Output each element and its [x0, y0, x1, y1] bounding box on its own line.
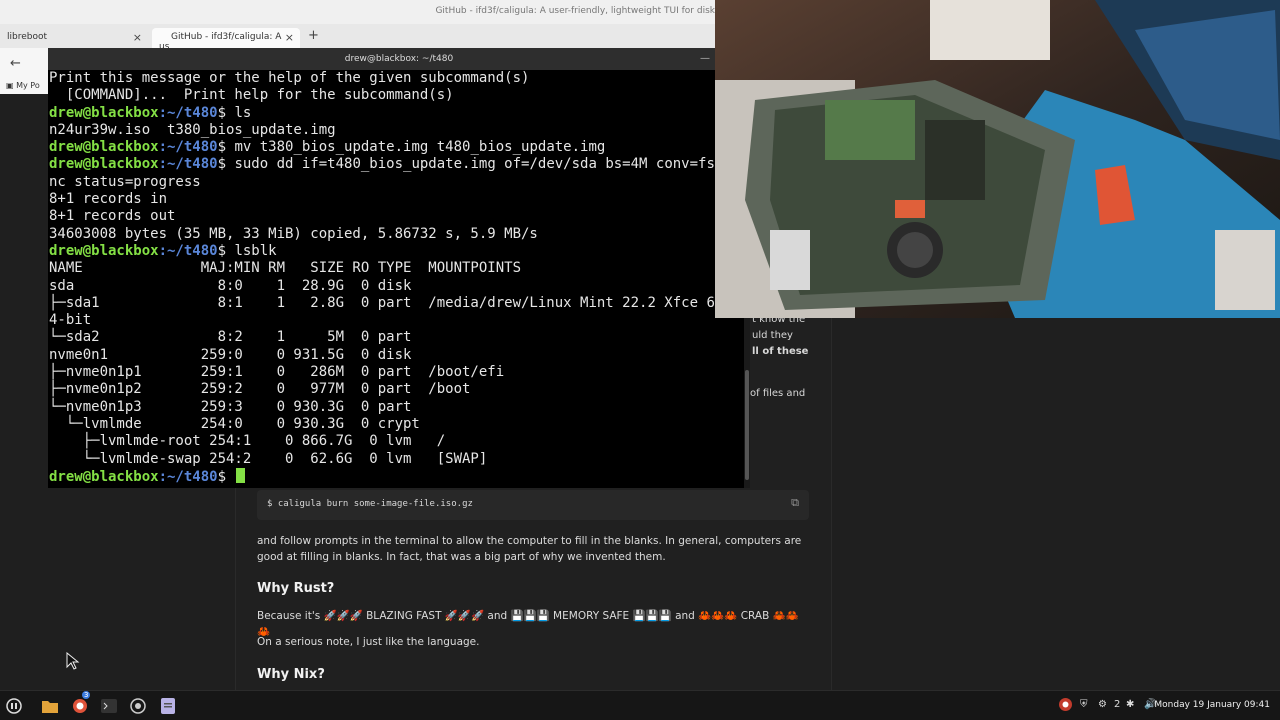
browser-icon[interactable]: 3: [70, 691, 91, 716]
close-icon[interactable]: ×: [285, 31, 294, 44]
minimize-icon[interactable]: —: [700, 48, 710, 70]
terminal-title: drew@blackbox: ~/t480: [344, 54, 454, 64]
new-tab-icon[interactable]: +: [308, 28, 319, 43]
terminal-output-line: ├─nvme0n1p2 259:2 0 977M 0 part /boot: [49, 381, 471, 398]
prompt-path: :~/t480: [158, 468, 218, 485]
page-right-gutter: [832, 318, 1280, 690]
settings-icon[interactable]: ⚙: [1098, 699, 1107, 710]
terminal-output[interactable]: Print this message or the help of the gi…: [49, 70, 743, 486]
prompt-user: drew@blackbox: [49, 468, 159, 485]
paragraph: and follow prompts in the terminal to al…: [257, 535, 802, 563]
paragraph: On a serious note, I just like the langu…: [257, 636, 480, 648]
tab-libreboot[interactable]: libreboot ×: [0, 28, 148, 48]
command-text: $ sudo dd if=t480_bios_update.img of=/de…: [217, 156, 724, 173]
terminal-output-line: ├─lvmlmde-root 254:1 0 866.7G 0 lvm /: [49, 433, 446, 450]
terminal-output-line: n24ur39w.iso t380_bios_update.img: [49, 121, 336, 138]
prompt-user: drew@blackbox: [49, 242, 159, 259]
command-text: $ lsblk: [217, 242, 277, 259]
network-count: 2: [1114, 699, 1121, 710]
text-editor-icon[interactable]: [158, 696, 178, 716]
prompt-user: drew@blackbox: [49, 156, 159, 173]
terminal-output-line: [COMMAND]... Print help for the subcomma…: [49, 87, 454, 104]
recording-icon[interactable]: [1058, 697, 1073, 715]
mouse-cursor-icon: [66, 652, 80, 670]
code-text: $ caligula burn some-image-file.iso.gz: [267, 499, 473, 509]
terminal-output-line: └─lvmlmde 254:0 0 930.3G 0 crypt: [49, 415, 420, 432]
terminal-command-line: drew@blackbox:~/t480$ ls: [49, 105, 743, 122]
prompt-path: :~/t480: [158, 242, 218, 259]
shield-icon[interactable]: ⛨: [1080, 699, 1088, 710]
window-count-badge: 3: [82, 691, 91, 699]
prompt-user: drew@blackbox: [49, 139, 159, 156]
terminal-output-line: └─lvmlmde-swap 254:2 0 62.6G 0 lvm [SWAP…: [49, 450, 488, 467]
browser-nav-bar: ← ▣ My Po: [0, 48, 50, 94]
terminal-output-line: Print this message or the help of the gi…: [49, 70, 530, 86]
back-arrow-icon[interactable]: ←: [10, 56, 21, 71]
heading-why-nix: Why Nix?: [257, 667, 325, 682]
webcam-laptop-image: [715, 0, 1280, 318]
prompt-path: :~/t480: [158, 139, 218, 156]
terminal-command-line: drew@blackbox:~/t480$ sudo dd if=t480_bi…: [49, 156, 743, 173]
terminal-output-line: └─nvme0n1p3 259:3 0 930.3G 0 part: [49, 398, 412, 415]
terminal-window[interactable]: drew@blackbox: ~/t480 — Print this messa…: [48, 48, 750, 488]
copy-icon[interactable]: ⧉: [791, 496, 799, 510]
terminal-output-line: NAME MAJ:MIN RM SIZE RO TYPE MOUNTPOINTS: [49, 260, 522, 277]
clock[interactable]: Monday 19 January 09:41: [1154, 700, 1270, 710]
terminal-command-line: drew@blackbox:~/t480$ lsblk: [49, 243, 743, 260]
page-text-fragment: of files and: [750, 388, 806, 399]
prompt-path: :~/t480: [158, 104, 218, 121]
terminal-cursor: [236, 467, 246, 483]
terminal-output-line: nvme0n1 259:0 0 931.5G 0 disk: [49, 346, 412, 363]
terminal-output-line: nc status=progress: [49, 173, 201, 190]
folder-icon[interactable]: [40, 696, 60, 716]
terminal-output-line: 34603008 bytes (35 MB, 33 MiB) copied, 5…: [49, 225, 538, 242]
scrollbar-thumb[interactable]: [745, 370, 749, 480]
menu-icon[interactable]: [4, 696, 24, 716]
command-text: $ ls: [217, 104, 252, 121]
heading-why-rust: Why Rust?: [257, 581, 335, 596]
terminal-output-line: 4-bit: [49, 312, 92, 329]
browser-tab-bar: libreboot × GitHub - ifd3f/caligula: A u…: [0, 24, 715, 52]
browser-title-bar: GitHub - ifd3f/caligula: A user-friendly…: [0, 0, 715, 24]
network-icon[interactable]: ✱: [1126, 699, 1134, 710]
browser-window-title: GitHub - ifd3f/caligula: A user-friendly…: [435, 6, 715, 16]
terminal-output-line: └─sda2 8:2 1 5M 0 part: [49, 329, 412, 346]
page-text-fragment: uld they: [752, 330, 793, 341]
terminal-icon[interactable]: [99, 696, 119, 716]
page-text-fragment: ll of these: [752, 346, 809, 357]
taskbar: 3 ⛨ ⚙ 2 ✱ 🔊 Monday 19 January 09:41: [0, 690, 1280, 720]
terminal-title-bar: drew@blackbox: ~/t480 —: [48, 48, 750, 70]
camera-app-icon[interactable]: [128, 696, 148, 716]
command-text: $ mv t380_bios_update.img t480_bios_upda…: [217, 139, 606, 156]
tab-label: libreboot: [7, 32, 48, 42]
terminal-output-line: ├─sda1 8:1 1 2.8G 0 part /media/drew/Lin…: [49, 294, 715, 311]
terminal-output-line: ├─nvme0n1p1 259:1 0 286M 0 part /boot/ef…: [49, 364, 505, 381]
terminal-output-line: sda 8:0 1 28.9G 0 disk: [49, 277, 412, 294]
terminal-command-line: drew@blackbox:~/t480$ mv t380_bios_updat…: [49, 139, 743, 156]
prompt-user: drew@blackbox: [49, 104, 159, 121]
terminal-output-line: 8+1 records in: [49, 191, 168, 208]
command-text: $: [217, 468, 235, 485]
terminal-command-line: drew@blackbox:~/t480$: [49, 467, 743, 485]
tab-github-caligula[interactable]: GitHub - ifd3f/caligula: A us ×: [152, 28, 300, 52]
prompt-path: :~/t480: [158, 156, 218, 173]
close-icon[interactable]: ×: [133, 31, 142, 44]
webcam-overlay: [715, 0, 1280, 318]
bookmark-item[interactable]: ▣ My Po: [6, 81, 40, 90]
code-block: $ caligula burn some-image-file.iso.gz ⧉: [257, 490, 809, 520]
terminal-output-line: 8+1 records out: [49, 208, 176, 225]
